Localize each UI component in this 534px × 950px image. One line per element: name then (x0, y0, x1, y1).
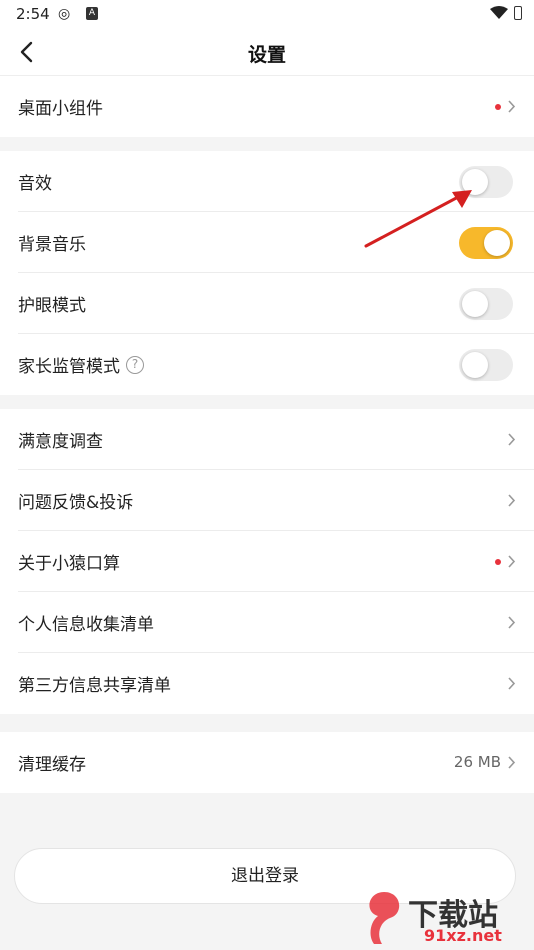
chevron-right-icon (508, 756, 516, 769)
personal-info-row[interactable]: 个人信息收集清单 (0, 592, 534, 653)
third-party-label: 第三方信息共享清单 (18, 676, 171, 696)
toggle-knob (484, 230, 510, 256)
chevron-right-icon (508, 616, 516, 629)
help-icon[interactable]: ? (126, 355, 144, 374)
weibo-notification-icon: ◎ (58, 6, 71, 22)
new-badge-dot (495, 559, 501, 565)
eye-protection-row: 护眼模式 (0, 273, 534, 334)
new-badge-dot (495, 104, 501, 110)
parental-mode-label: 家长监管模式 (18, 357, 120, 377)
battery-icon (514, 6, 522, 20)
eye-protection-label: 护眼模式 (18, 296, 86, 316)
sound-effects-label: 音效 (18, 174, 52, 194)
chevron-right-icon (508, 100, 516, 113)
survey-label: 满意度调查 (18, 432, 103, 452)
widgets-label: 桌面小组件 (18, 99, 103, 119)
parental-mode-row: 家长监管模式 ? (0, 334, 534, 395)
chevron-right-icon (508, 677, 516, 690)
status-bar: 2:54 ◎ A (0, 0, 534, 28)
parental-mode-toggle[interactable] (459, 349, 513, 381)
app-notification-icon: A (86, 7, 98, 20)
chevron-right-icon (508, 494, 516, 507)
clear-cache-row[interactable]: 清理缓存 26 MB (0, 732, 534, 793)
feedback-row[interactable]: 问题反馈&投诉 (0, 470, 534, 531)
watermark-url: 91xz.net (424, 926, 502, 945)
cache-group: 清理缓存 26 MB (0, 732, 534, 793)
widgets-row[interactable]: 桌面小组件 (0, 76, 534, 137)
about-label: 关于小猿口算 (18, 554, 120, 574)
personal-info-label: 个人信息收集清单 (18, 615, 154, 635)
background-music-label: 背景音乐 (18, 235, 86, 255)
toggle-knob (462, 291, 488, 317)
chevron-right-icon (508, 555, 516, 568)
toggle-knob (462, 352, 488, 378)
preferences-group: 音效 背景音乐 护眼模式 家长监管模式 ? (0, 151, 534, 395)
survey-row[interactable]: 满意度调查 (0, 409, 534, 470)
sound-effects-row: 音效 (0, 151, 534, 212)
status-time: 2:54 (16, 5, 50, 23)
third-party-row[interactable]: 第三方信息共享清单 (0, 653, 534, 714)
watermark: 下载站 91xz.net (358, 886, 534, 950)
cache-size: 26 MB (453, 753, 501, 771)
eye-protection-toggle[interactable] (459, 288, 513, 320)
background-music-row: 背景音乐 (0, 212, 534, 273)
sound-effects-toggle[interactable] (459, 166, 513, 198)
page-title: 设置 (247, 44, 286, 66)
watermark-logo-icon (369, 892, 400, 944)
wifi-icon (490, 6, 508, 19)
nav-bar: 设置 (0, 28, 534, 76)
feedback-label: 问题反馈&投诉 (18, 493, 134, 513)
clear-cache-label: 清理缓存 (18, 755, 86, 775)
background-music-toggle[interactable] (459, 227, 513, 259)
info-group: 满意度调查 问题反馈&投诉 关于小猿口算 个人信息收集清单 第三方信息共享清单 (0, 409, 534, 714)
widgets-group: 桌面小组件 (0, 76, 534, 137)
chevron-right-icon (508, 433, 516, 446)
about-row[interactable]: 关于小猿口算 (0, 531, 534, 592)
toggle-knob (462, 169, 488, 195)
